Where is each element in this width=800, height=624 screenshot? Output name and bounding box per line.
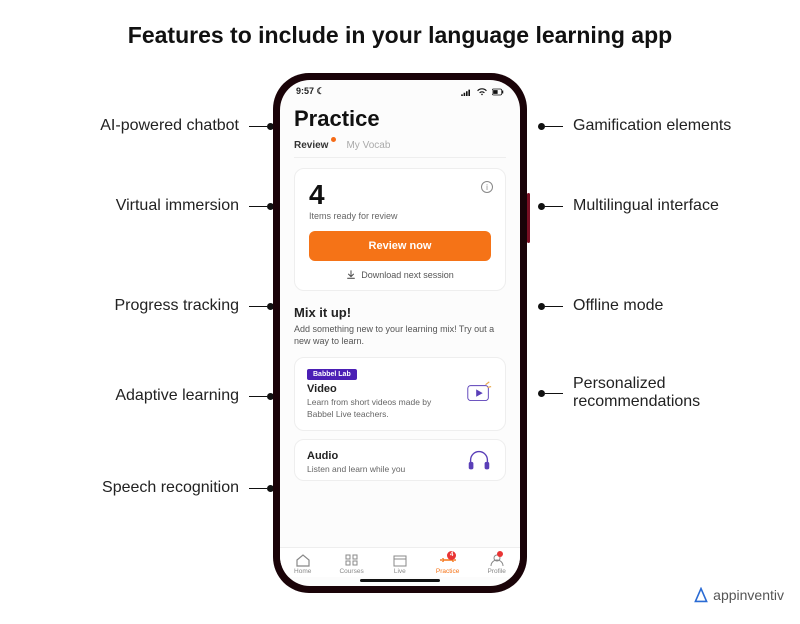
info-icon[interactable]: i [481, 181, 493, 193]
feature-label: Gamification elements [573, 117, 731, 135]
feature-gamification: Gamification elements [538, 117, 731, 135]
moon-icon: ☾ [314, 86, 325, 96]
connector [538, 203, 563, 210]
feature-label: AI-powered chatbot [100, 117, 239, 135]
feature-adaptive-learning: Adaptive learning [115, 387, 274, 405]
feature-label: Multilingual interface [573, 197, 719, 215]
calendar-icon [392, 553, 408, 567]
connector [249, 303, 274, 310]
review-now-button[interactable]: Review now [309, 231, 491, 261]
diagram-container: AI-powered chatbot Virtual immersion Pro… [0, 49, 800, 609]
brand-watermark: appinventiv [693, 587, 784, 603]
status-bar: 9:57 ☾ [280, 80, 520, 100]
nav-profile[interactable]: Profile [487, 553, 505, 575]
download-icon [346, 270, 356, 280]
notification-dot [331, 137, 336, 142]
feature-label: Adaptive learning [115, 387, 239, 405]
brand-logo-icon [693, 587, 709, 603]
video-card[interactable]: Babbel Lab Video Learn from short videos… [294, 357, 506, 431]
nav-home[interactable]: Home [294, 553, 311, 575]
feature-virtual-immersion: Virtual immersion [116, 197, 274, 215]
connector [249, 393, 274, 400]
feature-label: Offline mode [573, 297, 663, 315]
page-title: Features to include in your language lea… [0, 0, 800, 49]
lab-badge: Babbel Lab [307, 369, 357, 380]
status-time: 9:57 ☾ [296, 86, 325, 97]
feature-personalized: Personalized recommendations [538, 375, 778, 411]
wifi-icon [476, 88, 488, 96]
screen-title: Practice [294, 106, 506, 132]
video-desc: Learn from short videos made by Babbel L… [307, 397, 447, 420]
review-count-label: Items ready for review [309, 211, 491, 221]
tabs: Review My Vocab [294, 140, 506, 158]
home-icon [295, 553, 311, 567]
phone-mockup: 9:57 ☾ Practice Review My Vocab i [273, 73, 527, 593]
nav-courses[interactable]: Courses [339, 553, 363, 575]
feature-multilingual: Multilingual interface [538, 197, 719, 215]
mix-heading: Mix it up! [294, 305, 506, 320]
audio-desc: Listen and learn while you [307, 464, 447, 475]
connector [249, 123, 274, 130]
connector [538, 123, 563, 130]
connector [538, 303, 563, 310]
feature-label: Virtual immersion [116, 197, 239, 215]
bottom-nav: Home Courses Live 4 Practice [280, 547, 520, 577]
tab-my-vocab[interactable]: My Vocab [346, 140, 390, 151]
feature-ai-chatbot: AI-powered chatbot [100, 117, 274, 135]
nav-practice[interactable]: 4 Practice [436, 553, 459, 575]
headphones-icon [465, 446, 493, 474]
grid-icon [344, 553, 360, 567]
review-count: 4 [309, 181, 491, 209]
feature-progress-tracking: Progress tracking [115, 297, 275, 315]
phone-screen: 9:57 ☾ Practice Review My Vocab i [280, 80, 520, 586]
connector [249, 203, 274, 210]
connector [249, 485, 274, 492]
play-video-icon [465, 380, 493, 408]
feature-label: Progress tracking [115, 297, 240, 315]
feature-label: Speech recognition [102, 479, 239, 497]
tab-review[interactable]: Review [294, 140, 328, 151]
mix-subtitle: Add something new to your learning mix! … [294, 323, 506, 347]
review-card: i 4 Items ready for review Review now Do… [294, 168, 506, 291]
feature-label: Personalized recommendations [573, 375, 778, 411]
feature-offline: Offline mode [538, 297, 663, 315]
download-next-link[interactable]: Download next session [309, 270, 491, 280]
nav-badge [497, 551, 503, 557]
nav-live[interactable]: Live [392, 553, 408, 575]
connector [538, 390, 563, 397]
audio-card[interactable]: Audio Listen and learn while you [294, 439, 506, 480]
battery-icon [492, 88, 504, 96]
home-indicator [360, 579, 440, 582]
signal-icon [460, 88, 472, 96]
feature-speech-recognition: Speech recognition [102, 479, 274, 497]
